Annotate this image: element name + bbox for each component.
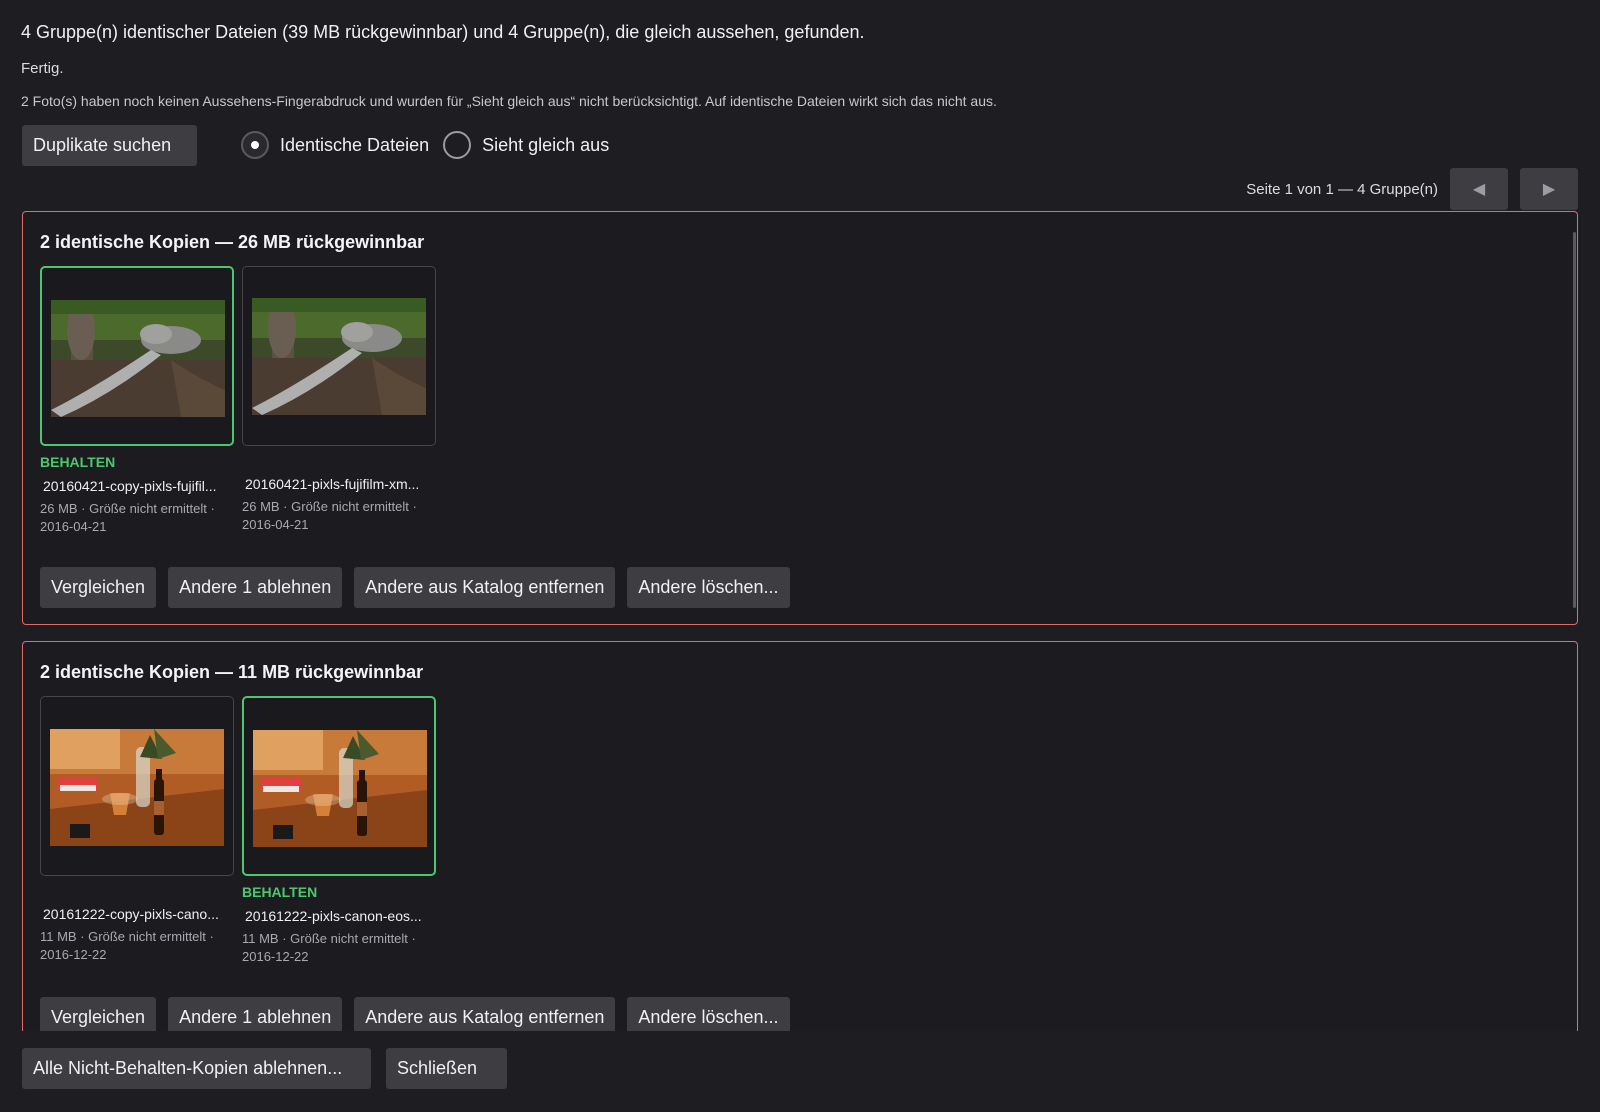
file-meta: 26 MB · Größe nicht ermittelt · 2016-04-… — [40, 500, 234, 536]
reject-others-button[interactable]: Andere 1 ablehnen — [168, 997, 343, 1031]
photo-thumbnail-table — [253, 730, 427, 847]
radio-similar-label: Sieht gleich aus — [482, 134, 610, 155]
radio-unchecked-icon[interactable] — [443, 131, 472, 159]
compare-button[interactable]: Vergleichen — [40, 567, 157, 608]
file-meta: 11 MB · Größe nicht ermittelt · 2016-12-… — [40, 928, 234, 964]
file-name: 20160421-pixls-fujifilm-xm... — [245, 476, 420, 492]
page-indicator: Seite 1 von 1 — 4 Gruppe(n) — [1246, 180, 1438, 198]
file-meta: 11 MB · Größe nicht ermittelt · 2016-12-… — [242, 930, 436, 966]
find-duplicates-button[interactable]: Duplikate suchen — [22, 125, 197, 166]
status-text: Fertig. — [21, 60, 64, 77]
radio-identical-label: Identische Dateien — [280, 134, 430, 155]
file-date: 2016-12-22 — [242, 949, 309, 964]
thumbnail-frame[interactable] — [40, 696, 234, 876]
summary-text: 4 Gruppe(n) identischer Dateien (39 MB r… — [21, 22, 865, 42]
keep-badge: BEHALTEN — [242, 884, 318, 900]
footer-bar: Alle Nicht-Behalten-Kopien ablehnen... S… — [0, 1032, 1600, 1112]
next-page-button[interactable]: ▶ — [1520, 168, 1578, 210]
remove-others-from-catalog-button[interactable]: Andere aus Katalog entfernen — [354, 567, 616, 608]
group-title: 2 identische Kopien — 26 MB rückgewinnba… — [40, 232, 425, 252]
previous-page-button[interactable]: ◀ — [1450, 168, 1508, 210]
file-size-info: 11 MB · Größe nicht ermittelt · — [40, 929, 214, 944]
keep-badge: BEHALTEN — [40, 454, 116, 470]
duplicate-group: 2 identische Kopien — 11 MB rückgewinnba… — [22, 641, 1578, 1031]
vertical-scrollbar[interactable] — [1573, 232, 1576, 608]
file-tile-keep[interactable]: BEHALTEN 20161222-pixls-canon-eos... 11 … — [242, 696, 436, 966]
reject-others-button[interactable]: Andere 1 ablehnen — [168, 567, 343, 608]
group-title: 2 identische Kopien — 11 MB rückgewinnba… — [40, 662, 424, 682]
fingerprint-note: 2 Foto(s) haben noch keinen Aussehens-Fi… — [21, 93, 997, 109]
mode-radio-group: Identische Dateien Sieht gleich aus — [241, 131, 623, 159]
file-name: 20161222-copy-pixls-cano... — [43, 906, 219, 922]
duplicate-group: 2 identische Kopien — 26 MB rückgewinnba… — [22, 211, 1578, 625]
file-name: 20160421-copy-pixls-fujifil... — [43, 478, 217, 494]
photo-thumbnail-waterfall — [51, 300, 225, 417]
file-tile-keep[interactable]: BEHALTEN 20160421-copy-pixls-fujifil... … — [40, 266, 234, 536]
thumbnail-frame[interactable] — [242, 266, 436, 446]
reject-all-non-keep-button[interactable]: Alle Nicht-Behalten-Kopien ablehnen... — [22, 1048, 371, 1089]
file-tile[interactable]: 20161222-copy-pixls-cano... 11 MB · Größ… — [40, 696, 234, 964]
file-name: 20161222-pixls-canon-eos... — [245, 908, 422, 924]
pager: Seite 1 von 1 — 4 Gruppe(n) ◀ ▶ — [1246, 168, 1578, 210]
photo-thumbnail-waterfall — [252, 298, 426, 415]
file-size-info: 26 MB · Größe nicht ermittelt · — [242, 499, 417, 514]
thumbnail-frame[interactable] — [242, 696, 436, 876]
group-actions: Vergleichen Andere 1 ablehnen Andere aus… — [40, 997, 802, 1031]
remove-others-from-catalog-button[interactable]: Andere aus Katalog entfernen — [354, 997, 616, 1031]
radio-identical-files[interactable]: Identische Dateien — [241, 131, 429, 159]
compare-button[interactable]: Vergleichen — [40, 997, 157, 1031]
file-size-info: 11 MB · Größe nicht ermittelt · — [242, 931, 416, 946]
radio-checked-icon[interactable] — [241, 131, 269, 159]
file-date: 2016-04-21 — [242, 517, 309, 532]
close-button[interactable]: Schließen — [386, 1048, 507, 1089]
file-date: 2016-04-21 — [40, 519, 107, 534]
delete-others-button[interactable]: Andere löschen... — [627, 567, 790, 608]
thumbnail-frame[interactable] — [40, 266, 234, 446]
file-meta: 26 MB · Größe nicht ermittelt · 2016-04-… — [242, 498, 436, 534]
file-size-info: 26 MB · Größe nicht ermittelt · — [40, 501, 215, 516]
groups-scroll-area[interactable]: 2 identische Kopien — 26 MB rückgewinnba… — [22, 211, 1578, 1031]
triangle-left-icon: ◀ — [1472, 181, 1486, 198]
delete-others-button[interactable]: Andere löschen... — [627, 997, 790, 1031]
triangle-right-icon: ▶ — [1542, 181, 1556, 198]
radio-looks-similar[interactable]: Sieht gleich aus — [443, 131, 609, 159]
file-date: 2016-12-22 — [40, 947, 107, 962]
group-actions: Vergleichen Andere 1 ablehnen Andere aus… — [40, 567, 802, 608]
file-tile[interactable]: 20160421-pixls-fujifilm-xm... 26 MB · Gr… — [242, 266, 436, 534]
photo-thumbnail-table — [50, 729, 224, 846]
